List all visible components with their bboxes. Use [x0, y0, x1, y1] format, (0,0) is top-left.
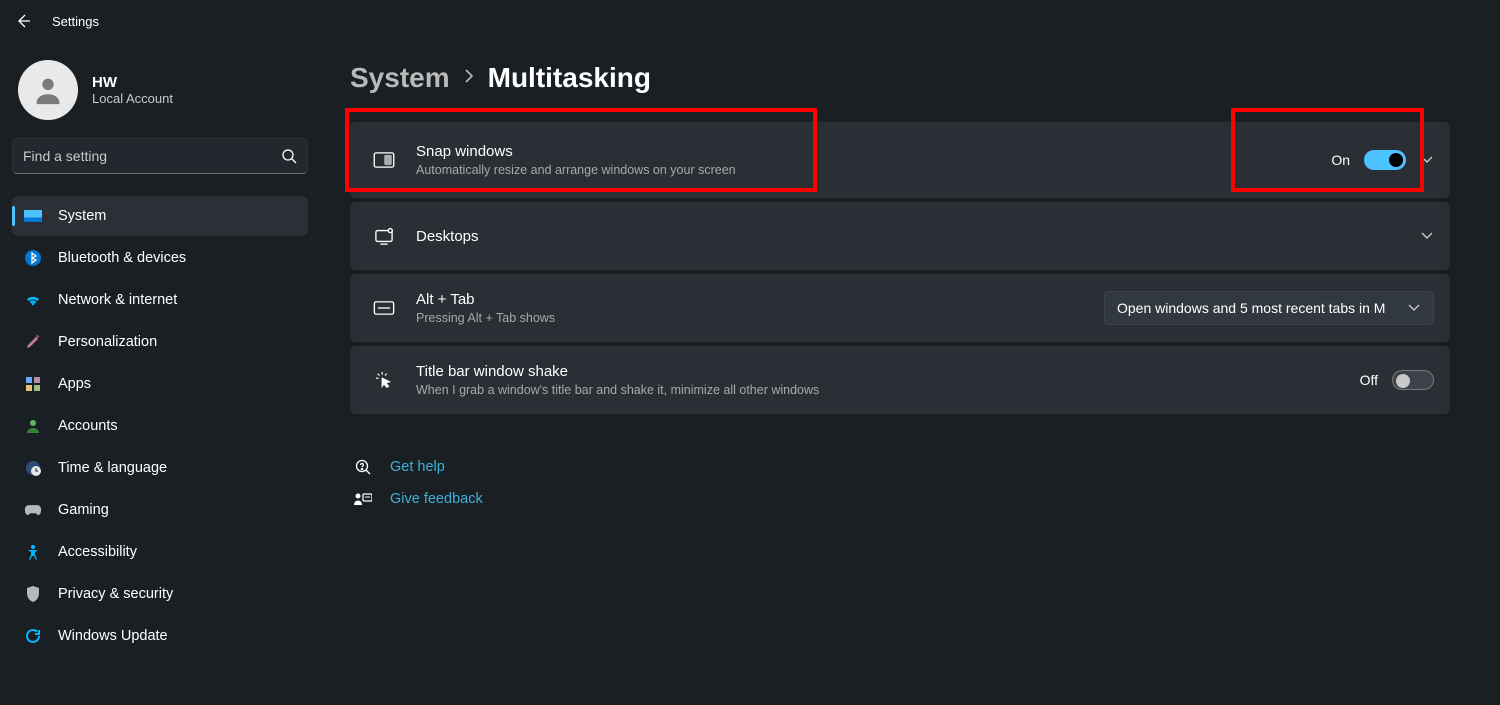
- account-type: Local Account: [92, 91, 173, 106]
- snap-layout-icon: [372, 148, 396, 172]
- desktops-icon: [372, 224, 396, 248]
- help-icon: [354, 458, 372, 476]
- sidebar-item-label: Personalization: [58, 334, 157, 350]
- accessibility-icon: [24, 543, 42, 561]
- footer-link-label: Get help: [390, 459, 445, 475]
- avatar: [18, 60, 78, 120]
- sidebar-item-label: Accessibility: [58, 544, 137, 560]
- row-snap-windows[interactable]: Snap windows Automatically resize and ar…: [350, 122, 1450, 198]
- bluetooth-icon: [24, 249, 42, 267]
- sidebar-item-privacy[interactable]: Privacy & security: [12, 574, 308, 614]
- sidebar-item-windows-update[interactable]: Windows Update: [12, 616, 308, 656]
- sidebar-item-label: System: [58, 208, 106, 224]
- feedback-icon: [354, 490, 372, 508]
- sidebar-item-label: Privacy & security: [58, 586, 173, 602]
- chevron-down-icon: [1407, 301, 1421, 315]
- snap-windows-toggle[interactable]: [1364, 150, 1406, 170]
- nav: System Bluetooth & devices Network & int…: [12, 196, 308, 656]
- sidebar-item-accounts[interactable]: Accounts: [12, 406, 308, 446]
- chevron-right-icon: [464, 67, 474, 90]
- chevron-down-icon[interactable]: [1420, 229, 1434, 243]
- header: Settings: [0, 0, 1500, 42]
- row-title: Alt + Tab: [416, 291, 1084, 308]
- row-title: Title bar window shake: [416, 363, 1340, 380]
- keyboard-key-icon: [372, 296, 396, 320]
- update-icon: [24, 627, 42, 645]
- sidebar-item-accessibility[interactable]: Accessibility: [12, 532, 308, 572]
- alt-tab-combo[interactable]: Open windows and 5 most recent tabs in M: [1104, 291, 1434, 325]
- cursor-shake-icon: [372, 368, 396, 392]
- row-desc: When I grab a window's title bar and sha…: [416, 383, 1340, 397]
- toggle-state-label: On: [1331, 152, 1350, 168]
- globe-clock-icon: [24, 459, 42, 477]
- account-name: HW: [92, 74, 173, 91]
- combo-value: Open windows and 5 most recent tabs in M: [1117, 300, 1395, 316]
- breadcrumb-current: Multitasking: [488, 62, 651, 94]
- give-feedback-link[interactable]: Give feedback: [350, 490, 1450, 508]
- system-icon: [24, 207, 42, 225]
- main: System Multitasking Snap windows Automat…: [320, 42, 1500, 705]
- back-button[interactable]: [14, 12, 32, 30]
- sidebar: HW Local Account System: [0, 42, 320, 705]
- row-alt-tab[interactable]: Alt + Tab Pressing Alt + Tab shows Open …: [350, 274, 1450, 342]
- wifi-icon: [24, 291, 42, 309]
- sidebar-item-bluetooth[interactable]: Bluetooth & devices: [12, 238, 308, 278]
- sidebar-item-label: Gaming: [58, 502, 109, 518]
- person-icon: [24, 417, 42, 435]
- row-desktops[interactable]: Desktops: [350, 202, 1450, 270]
- toggle-state-label: Off: [1360, 372, 1378, 388]
- chevron-down-icon[interactable]: [1420, 153, 1434, 167]
- shield-icon: [24, 585, 42, 603]
- sidebar-item-label: Network & internet: [58, 292, 177, 308]
- search-box[interactable]: [12, 138, 308, 174]
- sidebar-item-apps[interactable]: Apps: [12, 364, 308, 404]
- account-block[interactable]: HW Local Account: [12, 54, 308, 138]
- get-help-link[interactable]: Get help: [350, 458, 1450, 476]
- search-input[interactable]: [23, 148, 281, 164]
- footer-link-label: Give feedback: [390, 491, 483, 507]
- footer-links: Get help Give feedback: [350, 458, 1450, 508]
- breadcrumb-parent[interactable]: System: [350, 62, 450, 94]
- sidebar-item-gaming[interactable]: Gaming: [12, 490, 308, 530]
- row-title-bar-shake[interactable]: Title bar window shake When I grab a win…: [350, 346, 1450, 414]
- brush-icon: [24, 333, 42, 351]
- sidebar-item-label: Windows Update: [58, 628, 168, 644]
- sidebar-item-network[interactable]: Network & internet: [12, 280, 308, 320]
- sidebar-item-label: Bluetooth & devices: [58, 250, 186, 266]
- title-bar-shake-toggle[interactable]: [1392, 370, 1434, 390]
- app-title: Settings: [52, 14, 99, 29]
- sidebar-item-time-language[interactable]: Time & language: [12, 448, 308, 488]
- sidebar-item-personalization[interactable]: Personalization: [12, 322, 308, 362]
- row-title: Snap windows: [416, 143, 1311, 160]
- row-desc: Pressing Alt + Tab shows: [416, 311, 1084, 325]
- row-desc: Automatically resize and arrange windows…: [416, 163, 1311, 177]
- breadcrumb: System Multitasking: [350, 62, 1450, 94]
- sidebar-item-label: Accounts: [58, 418, 118, 434]
- search-icon: [281, 148, 297, 164]
- sidebar-item-label: Apps: [58, 376, 91, 392]
- sidebar-item-system[interactable]: System: [12, 196, 308, 236]
- sidebar-item-label: Time & language: [58, 460, 167, 476]
- apps-icon: [24, 375, 42, 393]
- gamepad-icon: [24, 501, 42, 519]
- row-title: Desktops: [416, 228, 1400, 245]
